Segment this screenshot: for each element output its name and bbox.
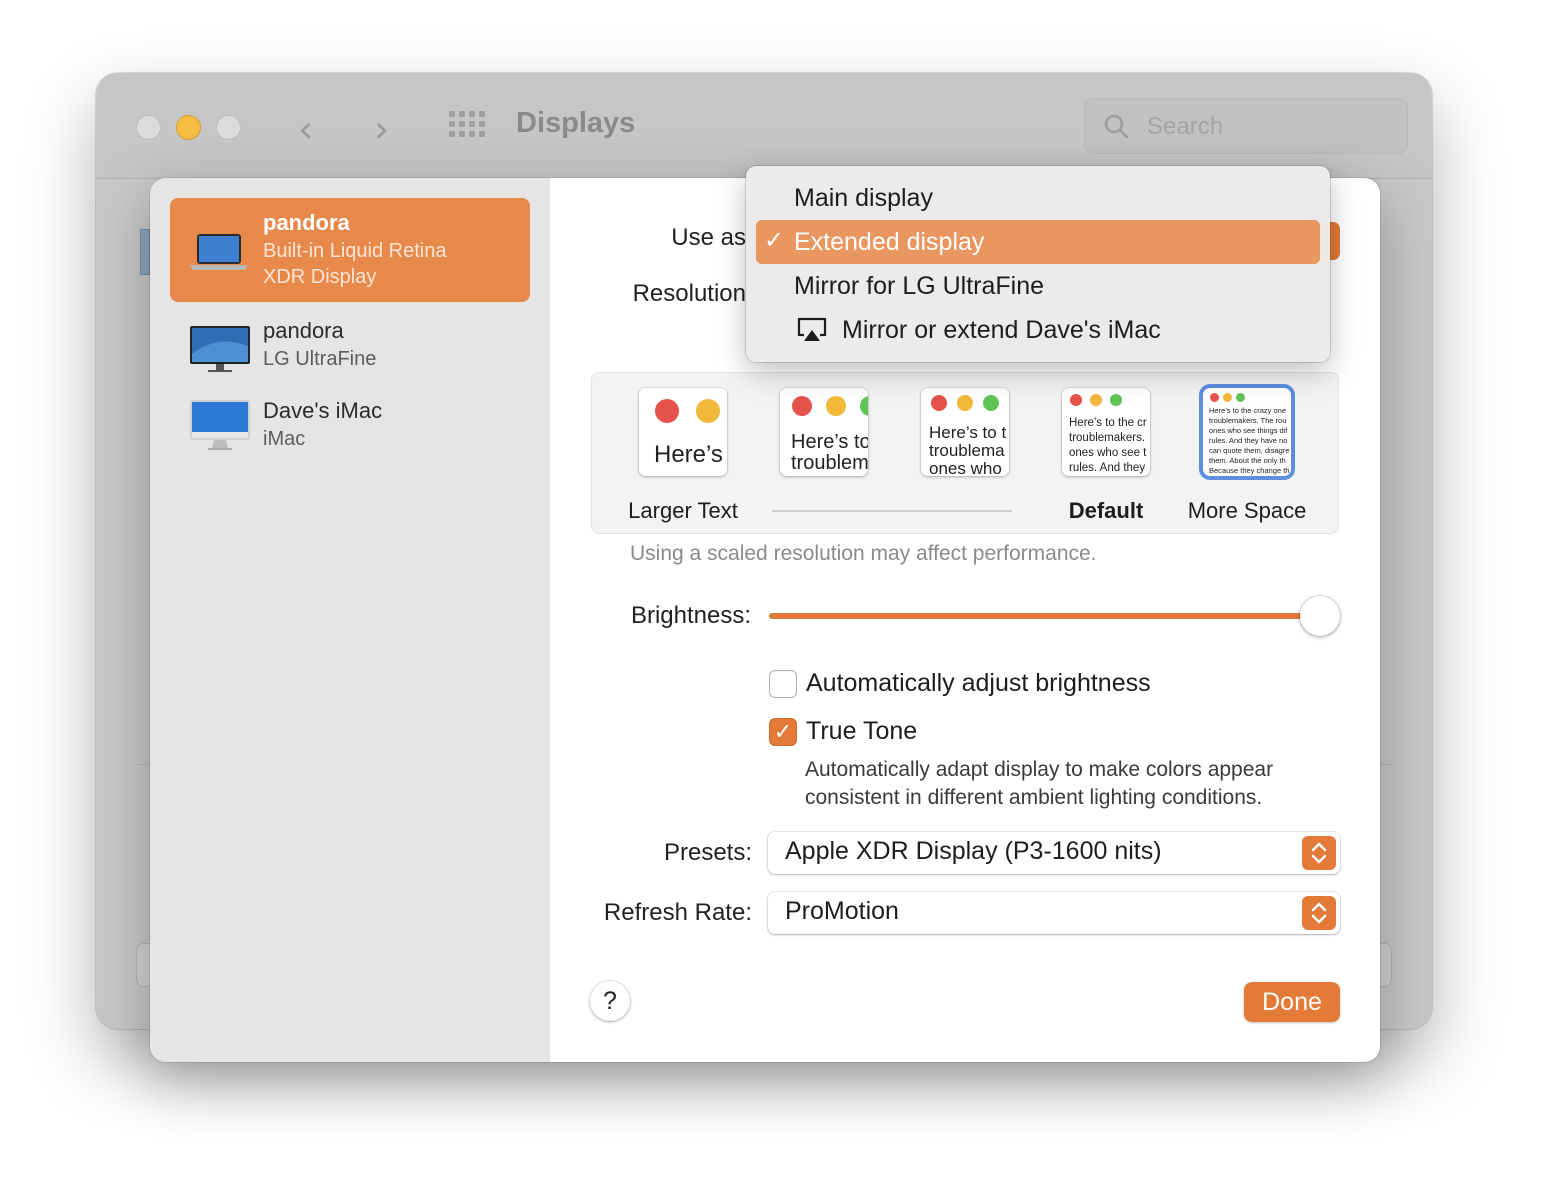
menu-item-extended-display[interactable]: ✓ Extended display bbox=[756, 220, 1320, 264]
menu-item-label: Extended display bbox=[794, 228, 985, 256]
search-field[interactable]: Search bbox=[1084, 98, 1408, 154]
auto-brightness-checkbox[interactable] bbox=[769, 670, 797, 698]
refresh-rate-label: Refresh Rate: bbox=[603, 899, 752, 926]
laptop-icon bbox=[190, 234, 248, 270]
displays-sidebar: pandora Built-in Liquid Retina XDR Displ… bbox=[150, 178, 550, 1062]
resolution-option-3[interactable]: Here’s to t troublema ones who bbox=[921, 388, 1009, 476]
zoom-window-button[interactable] bbox=[216, 115, 241, 140]
menu-item-label: Main display bbox=[794, 184, 933, 212]
sample-text: Here’s bbox=[654, 442, 723, 468]
resolution-caption-default: Default bbox=[1068, 498, 1144, 523]
back-arrow-icon[interactable]: ‹ bbox=[298, 107, 313, 151]
help-button[interactable]: ? bbox=[590, 981, 630, 1021]
display-type: LG UltraFine bbox=[263, 348, 377, 370]
auto-brightness-label: Automatically adjust brightness bbox=[806, 669, 1151, 697]
presets-label: Presets: bbox=[663, 839, 752, 866]
close-window-button[interactable] bbox=[136, 115, 161, 140]
imac-icon bbox=[190, 400, 250, 450]
popup-chevrons-icon bbox=[1302, 836, 1336, 870]
menu-item-main-display[interactable]: Main display bbox=[756, 176, 1320, 220]
presets-value: Apple XDR Display (P3-1600 nits) bbox=[785, 837, 1162, 865]
resolution-label: Resolution bbox=[632, 280, 746, 307]
sidebar-item-daves-imac[interactable]: Dave's iMac iMac bbox=[170, 386, 530, 490]
true-tone-description-line: consistent in different ambient lighting… bbox=[805, 786, 1263, 809]
display-name: Dave's iMac bbox=[263, 398, 383, 423]
sample-text: Here’s to t troublema ones who bbox=[929, 424, 1007, 476]
menu-item-label: Mirror or extend Dave's iMac bbox=[842, 316, 1161, 344]
resolution-scale-line bbox=[772, 510, 1012, 512]
popup-chevrons-icon bbox=[1302, 896, 1336, 930]
search-icon bbox=[1104, 114, 1129, 139]
done-button[interactable]: Done bbox=[1244, 982, 1340, 1022]
menu-item-mirror-lg-ultrafine[interactable]: Mirror for LG UltraFine bbox=[756, 264, 1320, 308]
background-display-arrangement bbox=[140, 229, 150, 275]
true-tone-label: True Tone bbox=[806, 717, 918, 745]
use-as-menu: Main display ✓ Extended display Mirror f… bbox=[746, 166, 1330, 362]
resolution-caption-more-space: More Space bbox=[1187, 498, 1307, 523]
display-name: pandora bbox=[263, 210, 350, 235]
brightness-slider-track[interactable] bbox=[769, 613, 1329, 619]
resolution-caption-larger-text: Larger Text bbox=[628, 498, 738, 523]
forward-arrow-icon[interactable]: › bbox=[374, 107, 389, 151]
display-name: pandora bbox=[263, 318, 344, 343]
sample-text: Here’s to the cr troublemakers. ones who… bbox=[1069, 417, 1147, 474]
true-tone-description-line: Automatically adapt display to make colo… bbox=[805, 758, 1274, 781]
brightness-label: Brightness: bbox=[630, 602, 751, 629]
resolution-option-2[interactable]: Here’s to troublem bbox=[780, 388, 868, 476]
resolution-picker: Here’s Here’s to troublem Here’s to t tr… bbox=[591, 372, 1339, 534]
true-tone-checkbox[interactable]: ✓ bbox=[769, 718, 797, 746]
resolution-option-more-space[interactable]: Here’s to the crazy one troublemakers. T… bbox=[1203, 388, 1291, 476]
display-type-line2: XDR Display bbox=[263, 266, 377, 288]
resolution-option-default[interactable]: Here’s to the cr troublemakers. ones who… bbox=[1062, 388, 1150, 476]
menu-item-label: Mirror for LG UltraFine bbox=[794, 272, 1045, 300]
display-type: Built-in Liquid Retina bbox=[263, 240, 447, 262]
search-placeholder: Search bbox=[1147, 113, 1224, 140]
show-all-grid-icon[interactable] bbox=[449, 111, 487, 139]
minimize-window-button[interactable] bbox=[176, 115, 201, 140]
refresh-rate-value: ProMotion bbox=[785, 897, 899, 925]
window-titlebar: ‹ › Displays Search bbox=[96, 73, 1432, 179]
display-type: iMac bbox=[263, 428, 306, 450]
true-tone-description: Automatically adapt display to make colo… bbox=[805, 756, 1365, 812]
sidebar-item-builtin-display[interactable]: pandora Built-in Liquid Retina XDR Displ… bbox=[170, 198, 530, 302]
window-title: Displays bbox=[516, 107, 636, 139]
checkmark-icon: ✓ bbox=[764, 226, 785, 254]
menu-item-mirror-extend-daves-imac[interactable]: Mirror or extend Dave's iMac bbox=[756, 308, 1320, 352]
airplay-icon bbox=[797, 317, 827, 341]
brightness-slider-knob[interactable] bbox=[1300, 596, 1340, 636]
presets-popup[interactable]: Apple XDR Display (P3-1600 nits) bbox=[768, 832, 1340, 874]
sample-text: Here’s to the crazy one troublemakers. T… bbox=[1209, 406, 1290, 475]
monitor-icon bbox=[190, 326, 250, 372]
use-as-label: Use as bbox=[671, 224, 746, 251]
resolution-option-larger-text[interactable]: Here’s bbox=[639, 388, 727, 476]
performance-note: Using a scaled resolution may affect per… bbox=[630, 542, 1097, 565]
refresh-rate-popup[interactable]: ProMotion bbox=[768, 892, 1340, 934]
sample-text: Here’s to troublem bbox=[791, 432, 868, 474]
